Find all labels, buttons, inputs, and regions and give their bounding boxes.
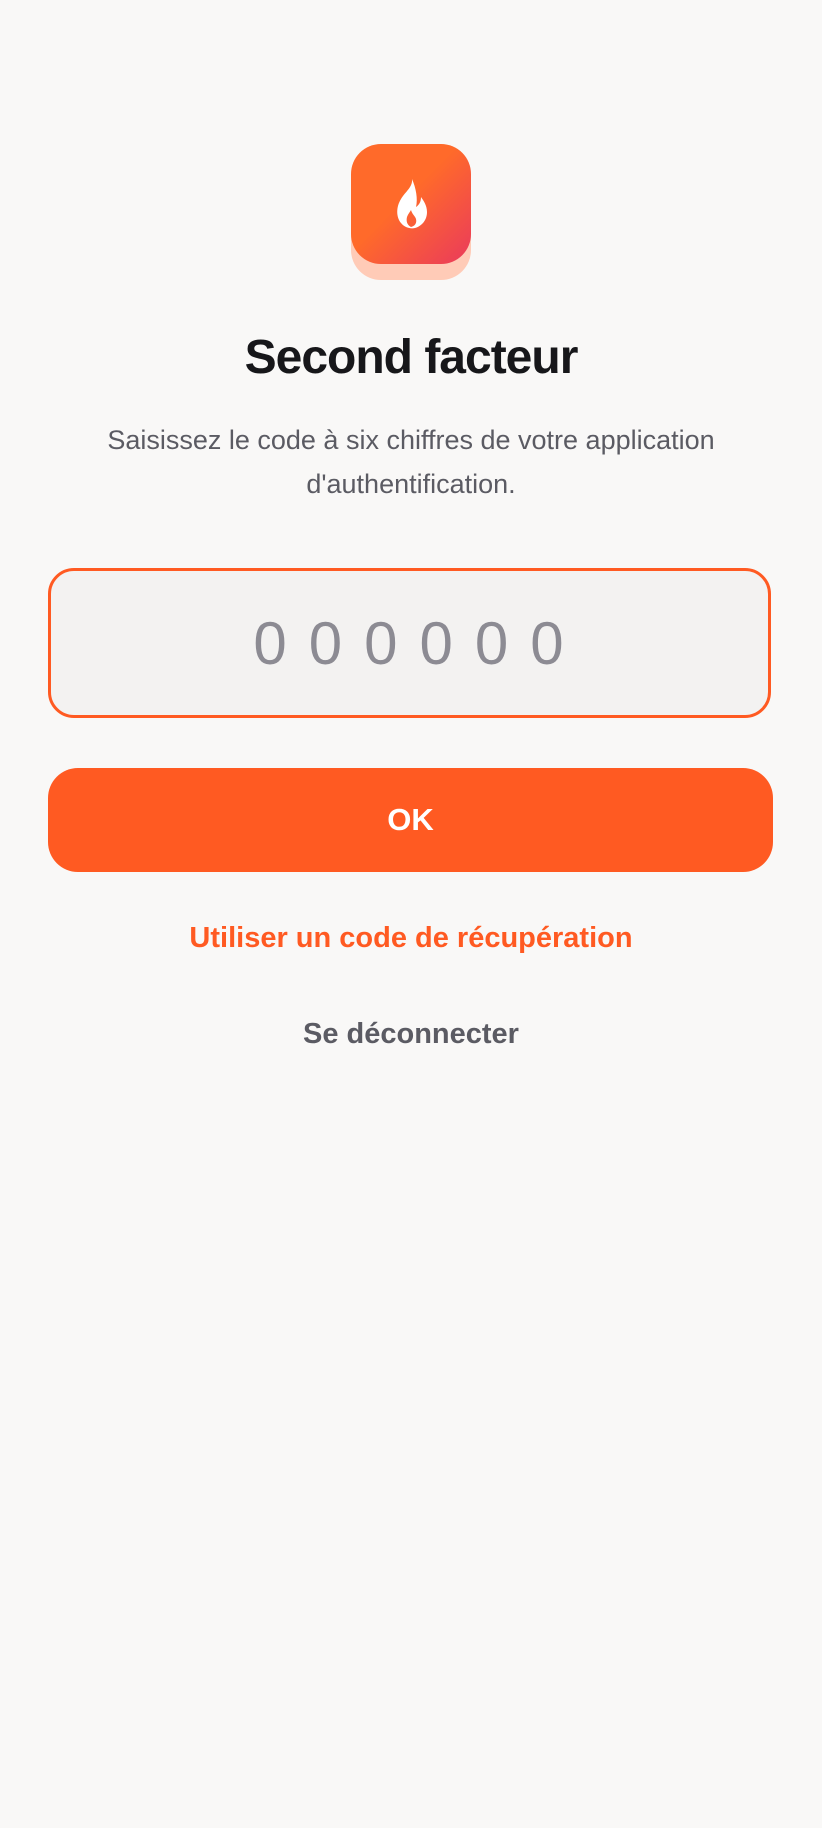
flame-icon xyxy=(397,179,427,229)
app-logo xyxy=(351,144,471,280)
page-title: Second facteur xyxy=(244,331,579,384)
recovery-code-link[interactable]: Utiliser un code de récupération xyxy=(0,922,822,955)
code-input[interactable] xyxy=(51,571,768,715)
two-factor-screen: Second facteur Saisissez le code à six c… xyxy=(0,0,822,1828)
app-logo-tile xyxy=(351,144,471,264)
submit-button[interactable]: OK xyxy=(48,768,773,872)
page-subtitle: Saisissez le code à six chiffres de votr… xyxy=(107,425,715,499)
code-field[interactable] xyxy=(48,568,771,718)
logout-link[interactable]: Se déconnecter xyxy=(0,1018,822,1051)
